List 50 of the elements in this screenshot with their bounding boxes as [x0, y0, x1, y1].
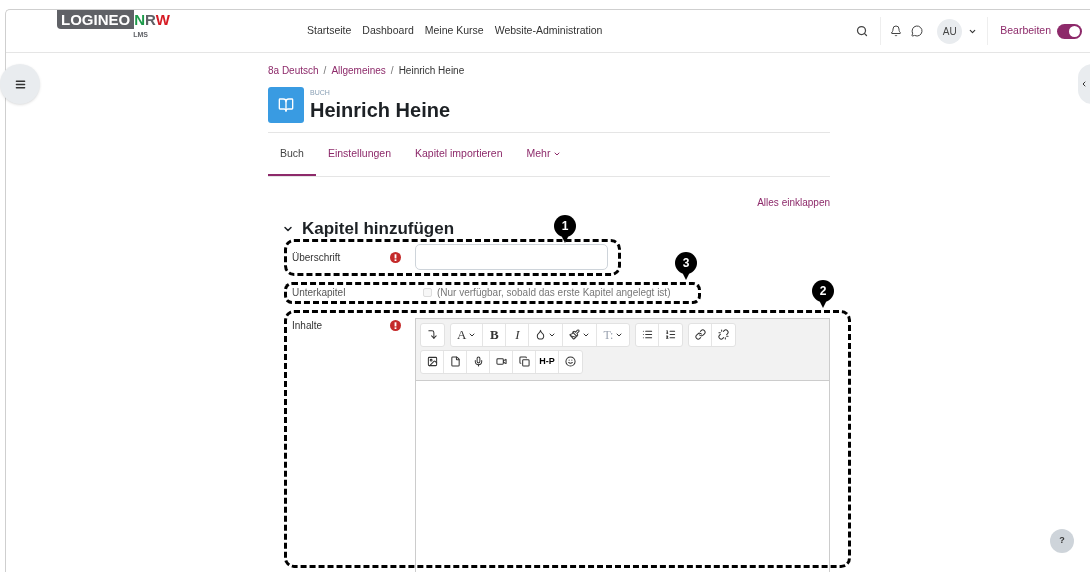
link-icon: [694, 329, 706, 340]
nav-link[interactable]: Website-Administration: [494, 23, 603, 39]
nav-link[interactable]: Startseite: [307, 23, 352, 39]
field-label: Unterkapitel: [292, 286, 347, 300]
section-toggle[interactable]: Kapitel hinzufügen: [282, 216, 455, 242]
text-editor[interactable]: A B I T: H-P: [415, 317, 830, 572]
edit-mode-label: Bearbeiten: [1000, 23, 1051, 39]
nav-link[interactable]: Dashboard: [362, 23, 414, 39]
numbered-list-icon: [665, 329, 677, 340]
breadcrumb-current: Heinrich Heine: [398, 64, 465, 78]
tab[interactable]: Kapitel importieren: [403, 133, 515, 176]
notifications-icon[interactable]: [890, 25, 903, 37]
chevron-icon: [1080, 80, 1088, 88]
checkbox-note: (Nur verfügbar, sobald das erste Kapitel angelegt ist): [437, 286, 671, 300]
smiley-icon: [565, 356, 576, 367]
messages-icon[interactable]: [911, 25, 924, 37]
video-camera-icon: [495, 356, 507, 367]
field-label: Inhalte: [292, 318, 324, 333]
nav-link[interactable]: Meine Kurse: [424, 23, 484, 39]
list-icon: [14, 78, 26, 90]
undo-icon: [427, 329, 438, 340]
file-icon: [449, 356, 461, 367]
breadcrumb-separator: /: [323, 64, 327, 78]
collapse-all-link[interactable]: Alles einklappen: [757, 195, 830, 210]
breadcrumb-separator: /: [390, 64, 394, 78]
breadcrumb-link[interactable]: 8a Deutsch: [268, 63, 319, 78]
tab[interactable]: Mehr: [514, 133, 574, 176]
microphone-icon: [472, 356, 484, 367]
breadcrumb-link[interactable]: Allgemeines: [331, 63, 386, 78]
toolbar-button[interactable]: A: [451, 323, 484, 346]
toolbar-button[interactable]: I: [506, 323, 530, 346]
help-button[interactable]: ?: [1050, 529, 1074, 553]
paintbrush-icon: [569, 329, 581, 340]
copy-icon: [518, 356, 530, 367]
page-title: Heinrich Heine: [310, 98, 451, 123]
toolbar-button[interactable]: B: [483, 323, 507, 346]
image-icon: [426, 356, 438, 367]
user-avatar[interactable]: AU: [937, 18, 963, 44]
search-icon[interactable]: [856, 25, 869, 37]
bullet-list-icon: [641, 329, 653, 340]
unlink-icon: [718, 329, 730, 340]
book-icon: [268, 87, 304, 123]
droplet-icon: [535, 329, 547, 340]
tab[interactable]: Buch: [268, 133, 316, 176]
drawer-toggle-button[interactable]: [0, 64, 40, 104]
heading-input[interactable]: [415, 244, 608, 270]
edit-mode-switch[interactable]: [1057, 23, 1082, 39]
field-label: Überschrift: [292, 250, 342, 265]
tab[interactable]: Einstellungen: [315, 133, 403, 176]
toolbar-button[interactable]: H-P: [536, 350, 559, 373]
